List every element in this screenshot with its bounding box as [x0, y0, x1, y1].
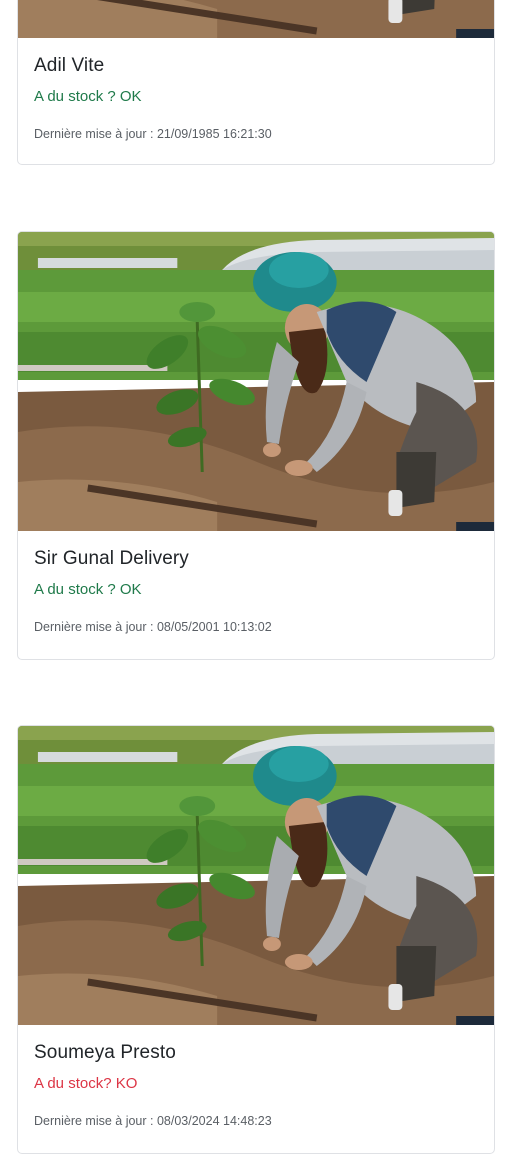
last-updated: Dernière mise à jour : 08/05/2001 10:13:… — [34, 620, 272, 634]
stock-status: A du stock? KO — [34, 1075, 138, 1092]
producer-photo — [18, 0, 494, 38]
stock-status: A du stock ? OK — [34, 88, 142, 105]
producer-name: Soumeya Presto — [34, 1042, 176, 1063]
producer-photo — [18, 726, 494, 1025]
producer-name: Sir Gunal Delivery — [34, 548, 189, 569]
producer-list: Adil Vite A du stock ? OK Dernière mise … — [0, 0, 513, 1161]
producer-name: Adil Vite — [34, 55, 105, 76]
producer-photo — [18, 232, 494, 531]
producer-card[interactable]: Soumeya Presto A du stock? KO Dernière m… — [17, 725, 495, 1154]
last-updated: Dernière mise à jour : 08/03/2024 14:48:… — [34, 1114, 272, 1128]
producer-card[interactable]: Adil Vite A du stock ? OK Dernière mise … — [17, 0, 495, 165]
last-updated: Dernière mise à jour : 21/09/1985 16:21:… — [34, 127, 272, 141]
stock-status: A du stock ? OK — [34, 581, 142, 598]
producer-card[interactable]: Sir Gunal Delivery A du stock ? OK Derni… — [17, 231, 495, 660]
